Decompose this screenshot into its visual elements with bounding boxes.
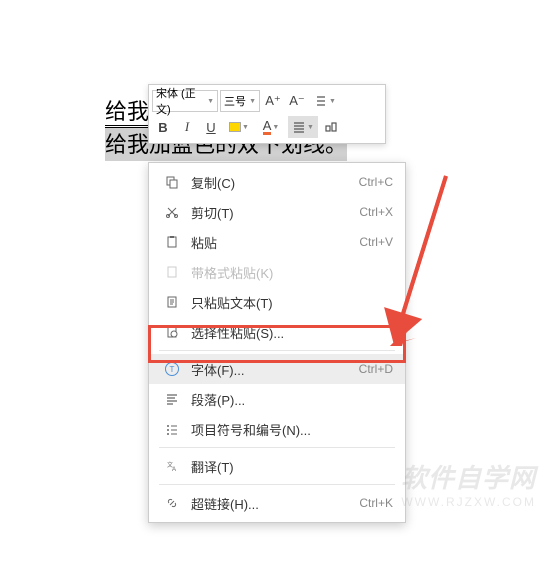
menu-paste-special[interactable]: 选择性粘贴(S)... [149, 317, 405, 347]
align-icon [292, 120, 306, 134]
menu-paste[interactable]: 粘贴 Ctrl+V [149, 227, 405, 257]
font-color-icon: A [263, 119, 272, 135]
menu-paste-text[interactable]: 只粘贴文本(T) [149, 287, 405, 317]
paste-format-icon [161, 265, 183, 279]
hyperlink-icon [161, 496, 183, 510]
paragraph-icon [161, 392, 183, 406]
chevron-down-icon: ▼ [329, 98, 336, 105]
toolbar-row-1: 宋体 (正文)▼ 三号▼ A⁺ A⁻ ▼ [152, 88, 382, 114]
font-name-dropdown[interactable]: 宋体 (正文)▼ [152, 90, 218, 112]
bold-button[interactable]: B [152, 116, 174, 138]
chevron-down-icon: ▼ [307, 124, 314, 131]
menu-separator [159, 350, 395, 351]
context-menu: 复制(C) Ctrl+C 剪切(T) Ctrl+X 粘贴 Ctrl+V 带格式粘… [148, 162, 406, 523]
menu-bullets[interactable]: 项目符号和编号(N)... [149, 414, 405, 444]
align-button[interactable]: ▼ [288, 116, 318, 138]
menu-separator [159, 447, 395, 448]
menu-copy[interactable]: 复制(C) Ctrl+C [149, 167, 405, 197]
watermark-title: 软件自学网 [401, 458, 536, 495]
paste-icon [161, 235, 183, 249]
line-spacing-icon [314, 94, 328, 108]
menu-separator [159, 484, 395, 485]
svg-text:T: T [170, 365, 175, 374]
mini-toolbar: 宋体 (正文)▼ 三号▼ A⁺ A⁻ ▼ B I U ▼ A ▼ ▼ [148, 84, 386, 144]
menu-hyperlink[interactable]: 超链接(H)... Ctrl+K [149, 488, 405, 518]
underlined-text: 给我 [105, 99, 149, 128]
svg-text:A: A [172, 467, 176, 473]
spacing-button[interactable] [320, 116, 342, 138]
translate-icon: 文A [161, 459, 183, 473]
copy-icon [161, 175, 183, 189]
toolbar-row-2: B I U ▼ A ▼ ▼ [152, 114, 382, 140]
chevron-down-icon: ▼ [207, 98, 214, 105]
font-icon: T [161, 361, 183, 377]
menu-font[interactable]: T 字体(F)... Ctrl+D [149, 354, 405, 384]
chevron-down-icon: ▼ [242, 124, 249, 131]
highlight-color-button[interactable]: ▼ [224, 116, 254, 138]
chevron-down-icon: ▼ [272, 124, 279, 131]
menu-paragraph[interactable]: 段落(P)... [149, 384, 405, 414]
watermark: 软件自学网 WWW.RJZXW.COM [401, 458, 536, 509]
spacing-icon [324, 120, 338, 134]
menu-paste-format: 带格式粘贴(K) [149, 257, 405, 287]
underline-button[interactable]: U [200, 116, 222, 138]
menu-cut[interactable]: 剪切(T) Ctrl+X [149, 197, 405, 227]
bullets-icon [161, 422, 183, 436]
menu-translate[interactable]: 文A 翻译(T) [149, 451, 405, 481]
line-spacing-button[interactable]: ▼ [310, 90, 340, 112]
paste-text-icon [161, 295, 183, 309]
chevron-down-icon: ▼ [249, 98, 256, 105]
font-size-dropdown[interactable]: 三号▼ [220, 90, 260, 112]
cut-icon [161, 205, 183, 219]
highlighter-icon [229, 122, 241, 132]
increase-font-button[interactable]: A⁺ [262, 90, 284, 112]
paste-special-icon [161, 325, 183, 339]
font-color-button[interactable]: A ▼ [256, 116, 286, 138]
watermark-url: WWW.RJZXW.COM [401, 495, 536, 509]
italic-button[interactable]: I [176, 116, 198, 138]
decrease-font-button[interactable]: A⁻ [286, 90, 308, 112]
